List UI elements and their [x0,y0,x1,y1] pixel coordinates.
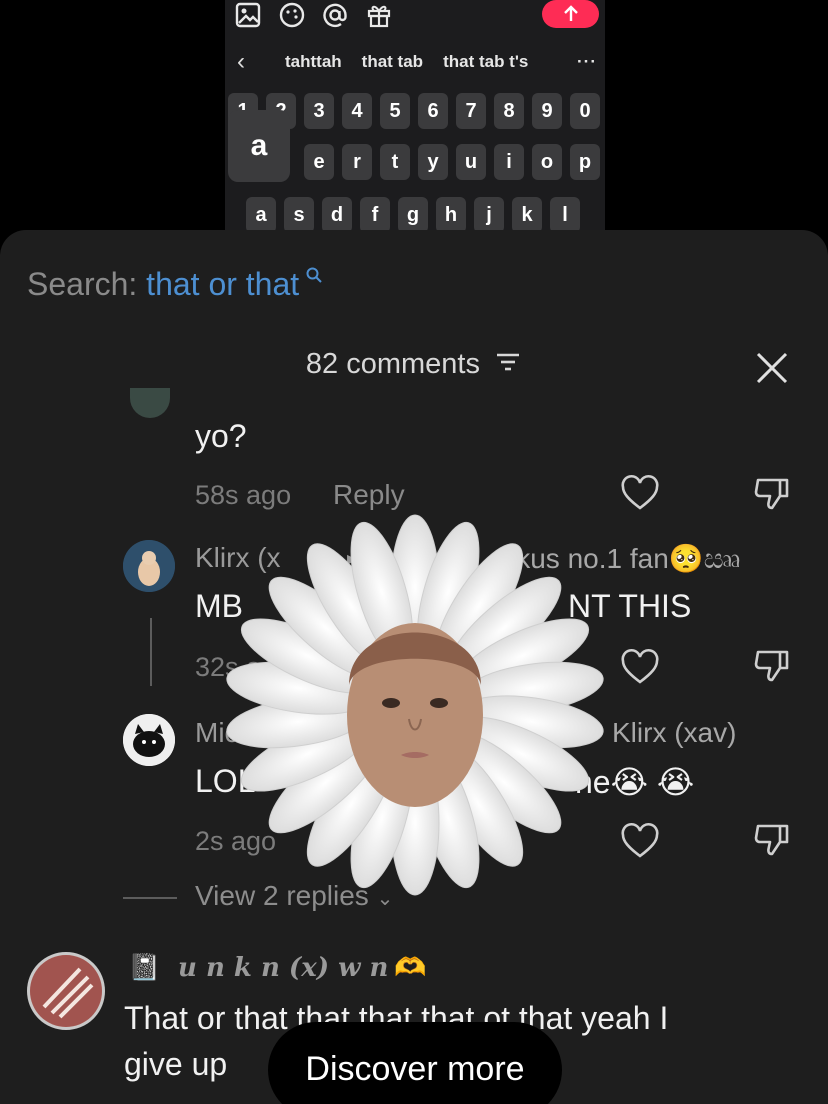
key-i[interactable]: i [494,144,524,180]
key-5[interactable]: 5 [380,93,410,129]
heart-hands-icon: 🫶 [394,952,427,982]
thread-line [150,618,152,686]
close-icon[interactable] [752,348,792,388]
dislike-icon[interactable] [752,820,792,860]
key-f[interactable]: f [360,197,390,233]
home-letter-row: a s d f g h j k l [225,197,605,233]
heart-icon[interactable] [620,474,660,514]
key-p[interactable]: p [570,144,600,180]
key-3[interactable]: 3 [304,93,334,129]
key-r[interactable]: r [342,144,372,180]
comment-count: 82 comments [305,348,480,380]
comment-text-line2: give up [124,1046,228,1082]
key-o[interactable]: o [532,144,562,180]
emoji-icon[interactable] [279,2,305,28]
search-query: that or that [146,266,300,302]
reply-to-author[interactable]: Klirx (xav) [612,717,736,749]
search-icon [299,267,323,289]
discover-more-label: Discover more [305,1050,525,1088]
comments-header: 82 comments [0,348,828,382]
send-button[interactable] [542,0,599,28]
dislike-icon[interactable] [752,646,792,686]
chevron-left-icon[interactable]: ‹ [225,48,257,76]
key-4[interactable]: 4 [342,93,372,129]
key-d[interactable]: d [322,197,352,233]
keyboard: ‹ tahttah that tab that tab t's ··· 1 2 … [225,0,605,235]
key-0[interactable]: 0 [570,93,600,129]
key-j[interactable]: j [474,197,504,233]
reply-button[interactable]: Reply [333,479,405,511]
arrow-up-icon [563,5,578,21]
key-9[interactable]: 9 [532,93,562,129]
suggestion-3[interactable]: that tab t's [443,52,528,72]
key-h[interactable]: h [436,197,466,233]
key-s[interactable]: s [284,197,314,233]
divider [123,897,177,899]
suggestion-bar: ‹ tahttah that tab that tab t's ··· [225,40,605,84]
suggestion-1[interactable]: tahttah [285,52,342,72]
mention-icon[interactable] [322,2,348,28]
heart-icon[interactable] [620,822,660,862]
more-suggestions-icon[interactable]: ··· [577,52,597,72]
key-y[interactable]: y [418,144,448,180]
key-popup: a [228,110,290,182]
notebook-icon: 📓 [128,952,161,982]
key-k[interactable]: k [512,197,542,233]
key-7[interactable]: 7 [456,93,486,129]
comment-time: 58s ago [195,480,292,510]
dislike-icon[interactable] [752,474,792,514]
comment-text: yo? [195,418,247,454]
key-t[interactable]: t [380,144,410,180]
image-icon[interactable] [235,2,261,28]
comment-author[interactable]: u n k n (x) w n [178,953,388,983]
key-a[interactable]: a [246,197,276,233]
keyboard-toolbar [225,0,605,34]
avatar[interactable] [123,714,175,766]
key-g[interactable]: g [398,197,428,233]
suggestion-2[interactable]: that tab [362,52,423,72]
daisy-face-sticker [215,510,605,900]
key-8[interactable]: 8 [494,93,524,129]
discover-more-button[interactable]: Discover more [268,1022,562,1104]
avatar[interactable] [123,540,175,592]
key-u[interactable]: u [456,144,486,180]
search-label: Search: [27,266,147,302]
key-l[interactable]: l [550,197,580,233]
filter-icon[interactable] [494,349,522,382]
gift-icon[interactable] [366,2,392,28]
avatar[interactable] [27,952,105,1030]
search-suggestion[interactable]: Search: that or that [27,266,323,303]
key-6[interactable]: 6 [418,93,448,129]
heart-icon[interactable] [620,648,660,688]
key-e[interactable]: e [304,144,334,180]
